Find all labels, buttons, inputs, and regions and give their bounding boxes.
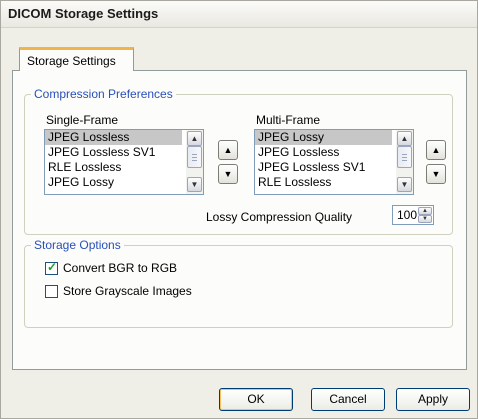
single-frame-move-up-button[interactable]: ▲ bbox=[218, 140, 238, 160]
convert-bgr-label[interactable]: Convert BGR to RGB bbox=[63, 261, 177, 275]
lossy-quality-spinner[interactable]: 100 ▲ ▼ bbox=[392, 205, 434, 225]
multi-frame-scrollbar[interactable]: ▲ ▼ bbox=[396, 130, 413, 194]
title-bar[interactable]: DICOM Storage Settings bbox=[1, 1, 477, 28]
multi-frame-move-up-button[interactable]: ▲ bbox=[426, 140, 446, 160]
list-item[interactable]: JPEG Lossless SV1 bbox=[45, 145, 182, 160]
cancel-button[interactable]: Cancel bbox=[311, 388, 385, 411]
lossy-quality-label: Lossy Compression Quality bbox=[206, 210, 353, 224]
convert-bgr-checkbox[interactable]: ✓ bbox=[45, 260, 58, 275]
scroll-down-icon[interactable]: ▼ bbox=[397, 177, 412, 192]
multi-frame-move-down-button[interactable]: ▼ bbox=[426, 164, 446, 184]
lossy-quality-value[interactable]: 100 bbox=[397, 208, 417, 222]
triangle-up-icon: ▲ bbox=[223, 145, 233, 155]
spin-up-icon[interactable]: ▲ bbox=[418, 207, 432, 215]
single-frame-move-down-button[interactable]: ▼ bbox=[218, 164, 238, 184]
store-grayscale-label[interactable]: Store Grayscale Images bbox=[63, 284, 192, 298]
list-item[interactable]: RLE Lossless bbox=[45, 160, 182, 175]
scroll-up-icon[interactable]: ▲ bbox=[397, 131, 412, 146]
single-frame-scrollbar[interactable]: ▲ ▼ bbox=[186, 130, 203, 194]
scroll-thumb[interactable] bbox=[397, 146, 412, 168]
triangle-up-icon: ▲ bbox=[431, 145, 441, 155]
apply-button[interactable]: Apply bbox=[396, 388, 470, 411]
list-item[interactable]: JPEG Lossy bbox=[45, 175, 182, 190]
triangle-down-icon: ▼ bbox=[431, 169, 441, 179]
multi-frame-label: Multi-Frame bbox=[256, 113, 321, 127]
scroll-thumb[interactable] bbox=[187, 146, 202, 168]
list-item[interactable]: JPEG Lossy bbox=[255, 130, 392, 145]
list-item[interactable]: RLE Lossless bbox=[255, 175, 392, 190]
scroll-down-icon[interactable]: ▼ bbox=[187, 177, 202, 192]
ok-button[interactable]: OK bbox=[219, 388, 293, 411]
tab-storage-settings[interactable]: Storage Settings bbox=[19, 47, 134, 71]
window-title: DICOM Storage Settings bbox=[8, 6, 159, 21]
list-item[interactable]: JPEG Lossless SV1 bbox=[255, 160, 392, 175]
list-item[interactable]: JPEG Lossless bbox=[45, 130, 182, 145]
spin-down-icon[interactable]: ▼ bbox=[418, 215, 432, 223]
multi-frame-listbox[interactable]: JPEG Lossy JPEG Lossless JPEG Lossless S… bbox=[254, 129, 414, 195]
store-grayscale-checkbox[interactable] bbox=[45, 285, 58, 298]
storage-options-label: Storage Options bbox=[31, 238, 124, 252]
triangle-down-icon: ▼ bbox=[223, 169, 233, 179]
single-frame-label: Single-Frame bbox=[46, 113, 119, 127]
compression-preferences-label: Compression Preferences bbox=[31, 87, 176, 101]
checkmark-icon: ✓ bbox=[47, 260, 58, 274]
single-frame-listbox[interactable]: JPEG Lossless JPEG Lossless SV1 RLE Loss… bbox=[44, 129, 204, 195]
scroll-up-icon[interactable]: ▲ bbox=[187, 131, 202, 146]
list-item[interactable]: JPEG Lossless bbox=[255, 145, 392, 160]
tab-label: Storage Settings bbox=[27, 54, 116, 68]
